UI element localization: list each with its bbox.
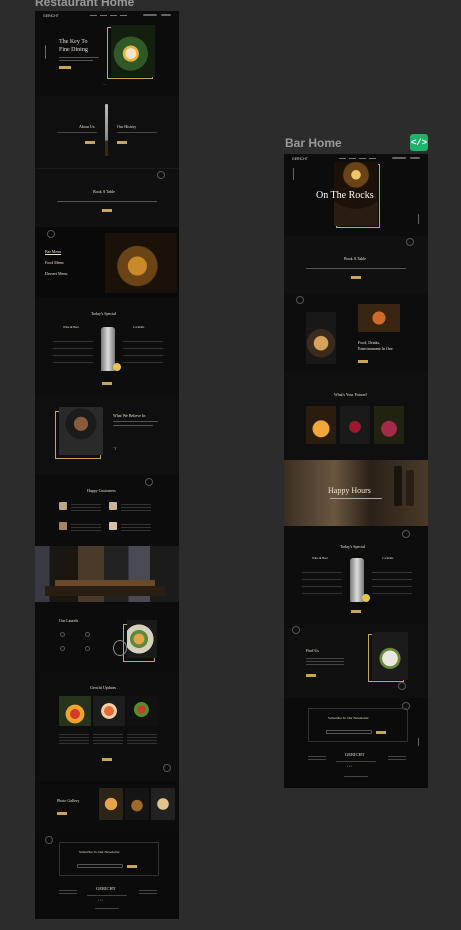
restaurant-newsletter-title: Subscribe To Our Newsletter: [79, 850, 120, 854]
drink-image-2: [340, 406, 370, 444]
bar-wine-title: Wine & Beer: [312, 556, 328, 560]
restaurant-home-board[interactable]: GERICHT The Key To Fine Dining — About U…: [35, 11, 179, 919]
bar-newsletter-input[interactable]: [326, 730, 372, 734]
bar-special-button[interactable]: [351, 610, 361, 613]
bar-happy-hours-section: Happy Hours: [284, 460, 428, 526]
bar-home-board[interactable]: GERICHT On The Rocks Book A Table Food, …: [284, 154, 428, 788]
bar-hero-section: GERICHT On The Rocks: [284, 154, 428, 236]
bar-newsletter-section: Subscribe To Our Newsletter: [284, 698, 428, 750]
update-image-3: [127, 696, 159, 726]
bar-food-image-1: [306, 312, 336, 364]
restaurant-special-section: Today's Special Wine & Beer Cocktails: [35, 297, 179, 395]
restaurant-book-section: Book A Table: [35, 168, 179, 227]
restaurant-book-title: Book A Table: [93, 189, 115, 194]
restaurant-newsletter-button[interactable]: [127, 865, 137, 868]
restaurant-customers-title: Happy Customers: [87, 488, 116, 493]
bar-newsletter-title: Subscribe To Our Newsletter: [328, 716, 369, 720]
bar-food-button[interactable]: [358, 360, 368, 363]
hero-food-image: [111, 25, 155, 77]
restaurant-gallery-title: Photo Gallery: [57, 798, 80, 803]
restaurant-newsletter-input[interactable]: [77, 864, 123, 868]
menu-item-food[interactable]: Food Menu: [45, 260, 64, 265]
restaurant-awards-title: Our Laurels: [59, 618, 79, 623]
frame-label-bar-home[interactable]: Bar Home: [285, 136, 342, 150]
bar-food-image-2: [358, 304, 400, 332]
gallery-image-2: [125, 788, 149, 820]
bar-food-section: Food, Drinks, Entertainment In One: [284, 294, 428, 372]
restaurant-updates-title: Gericht Updates: [90, 685, 117, 690]
restaurant-nav-logo[interactable]: GERICHT: [43, 14, 59, 18]
gallery-image-1: [99, 788, 123, 820]
bar-special-title: Today's Special: [340, 544, 365, 549]
bar-poison-section: What's Your Poison?: [284, 372, 428, 460]
restaurant-hero-section: GERICHT The Key To Fine Dining —: [35, 11, 179, 96]
awards-food-image: [127, 620, 157, 658]
restaurant-menu-section: Bar Menu Food Menu Dessert Menu: [35, 227, 179, 297]
bar-nav-logo[interactable]: GERICHT: [292, 157, 308, 161]
restaurant-awards-section: Our Laurels: [35, 602, 179, 672]
restaurant-hero-title-2: Fine Dining: [59, 47, 88, 53]
restaurant-book-button[interactable]: [102, 209, 112, 212]
knife-image: [105, 104, 108, 156]
restaurant-updates-button[interactable]: [102, 758, 112, 761]
restaurant-about-section: About Us Our History: [35, 96, 179, 168]
restaurant-about-title: About Us: [79, 124, 95, 129]
restaurant-nav-links: [90, 15, 127, 16]
restaurant-history-title: Our History: [117, 124, 137, 129]
bar-book-button[interactable]: [351, 276, 361, 279]
bar-hero-title: On The Rocks: [316, 190, 374, 201]
restaurant-newsletter-section: Subscribe To Our Newsletter: [35, 834, 179, 884]
restaurant-believe-title: What We Believe In: [113, 413, 146, 418]
menu-item-dessert[interactable]: Dessert Menu: [45, 271, 67, 276]
restaurant-footer-logo[interactable]: GERICHT: [96, 886, 116, 891]
restaurant-customers-section: Happy Customers: [35, 474, 179, 546]
restaurant-interior-image: [35, 546, 179, 602]
code-icon[interactable]: </>: [410, 134, 428, 151]
restaurant-chef-section: What We Believe In ~ɭ: [35, 395, 179, 474]
bar-book-title: Book A Table: [344, 256, 366, 261]
bar-find-section: Find Us: [284, 624, 428, 698]
bar-book-section: Book A Table: [284, 236, 428, 294]
restaurant-special-button[interactable]: [102, 382, 112, 385]
frame-label-restaurant-home[interactable]: Restaurant Home: [35, 0, 134, 9]
bar-find-title: Find Us: [306, 648, 319, 653]
chef-image: [59, 407, 103, 455]
bar-food-title-2: Entertainment In One: [358, 346, 393, 351]
bar-footer-logo[interactable]: GERICHT: [345, 752, 365, 757]
bar-special-section: Today's Special Wine & Beer Cocktails: [284, 526, 428, 624]
drink-image-1: [306, 406, 336, 444]
update-image-2: [93, 696, 125, 726]
gallery-image-3: [151, 788, 175, 820]
menu-item-bar[interactable]: Bar Menu: [45, 249, 61, 254]
bar-happy-hours-title: Happy Hours: [328, 486, 371, 495]
update-image-1: [59, 696, 91, 726]
bar-cocktails-title: Cocktails: [382, 556, 394, 560]
bar-footer: GERICHT • • •: [284, 750, 428, 788]
bar-find-button[interactable]: [306, 674, 316, 677]
restaurant-gallery-button[interactable]: [57, 812, 67, 815]
restaurant-hero-button[interactable]: [59, 66, 71, 69]
bar-food-title-1: Food, Drinks,: [358, 340, 381, 345]
restaurant-footer: GERICHT • • •: [35, 884, 179, 919]
whiskey-image: [105, 233, 177, 293]
restaurant-wine-title: Wine & Beer: [63, 325, 79, 329]
bar-passion-title: What's Your Poison?: [334, 392, 368, 397]
drink-image-3: [374, 406, 404, 444]
bar-newsletter-button[interactable]: [376, 731, 386, 734]
restaurant-cocktails-title: Cocktails: [133, 325, 145, 329]
about-know-more-button[interactable]: [85, 141, 95, 144]
restaurant-special-title: Today's Special: [91, 311, 116, 316]
history-know-more-button[interactable]: [117, 141, 127, 144]
restaurant-hero-title-1: The Key To: [59, 39, 88, 45]
restaurant-updates-section: Gericht Updates: [35, 672, 179, 782]
restaurant-gallery-section: Photo Gallery: [35, 782, 179, 834]
bar-find-drink-image: [372, 632, 408, 680]
design-canvas: Restaurant Home Bar Home </> GERICHT The…: [0, 0, 461, 930]
